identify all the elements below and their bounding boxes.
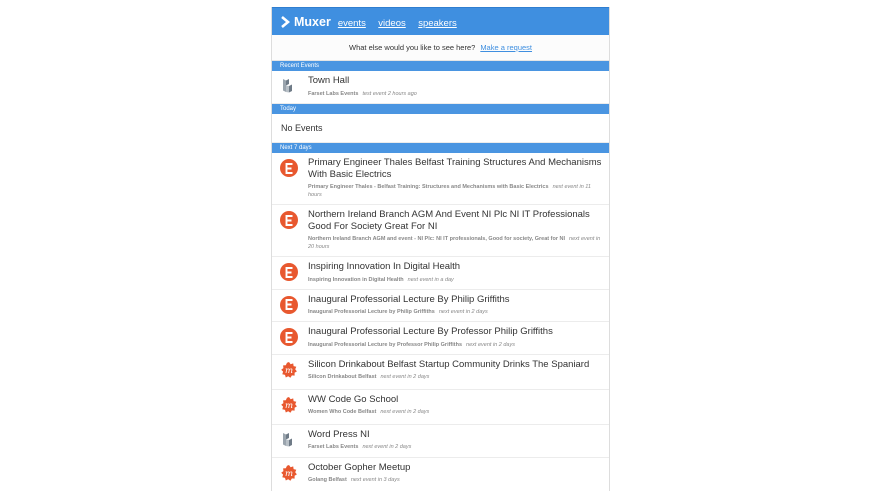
event-row[interactable]: Northern Ireland Branch AGM And Event NI…: [272, 205, 609, 257]
eventbrite-icon: [280, 328, 298, 346]
event-icon: [280, 328, 300, 349]
muxer-app: Muxer events videos speakers What else w…: [271, 7, 610, 491]
event-icon: m: [280, 361, 300, 384]
event-title[interactable]: Town Hall: [308, 75, 603, 87]
event-group: Silicon Drinkabout Belfast: [308, 374, 377, 380]
nav-events-link[interactable]: events: [338, 18, 366, 29]
eventbrite-icon: [280, 295, 298, 314]
event-row[interactable]: m Silicon Drinkabout Belfast Startup Comm…: [272, 355, 609, 390]
event-body: Word Press NI Farset Labs Events next even…: [308, 429, 603, 452]
event-body: Inaugural Professorial Lecture By Profes…: [308, 326, 603, 349]
nav-speakers-link[interactable]: speakers: [418, 18, 457, 29]
event-icon: m: [280, 396, 300, 419]
event-meta: Inaugural Professorial Lecture by Profes…: [308, 341, 603, 349]
event-title[interactable]: Inaugural Professorial Lecture By Philip…: [308, 294, 603, 306]
event-when: next event in 2 days: [380, 409, 430, 415]
request-bar: What else would you like to see here? Ma…: [272, 35, 609, 61]
event-title[interactable]: Inspiring Innovation In Digital Health: [308, 261, 603, 273]
event-icon: [280, 263, 300, 284]
top-nav-bar: Muxer events videos speakers: [272, 7, 609, 35]
event-row[interactable]: Primary Engineer Thales Belfast Training…: [272, 153, 609, 205]
event-body: Northern Ireland Branch AGM And Event NI…: [308, 209, 603, 251]
event-when: test event 2 hours ago: [362, 90, 417, 97]
nav-videos-link[interactable]: videos: [378, 18, 405, 29]
event-meta: Northern Ireland Branch AGM and event - …: [308, 235, 603, 251]
event-meta: Primary Engineer Thales - Belfast Traini…: [308, 183, 603, 199]
event-meta: Women Who Code Belfast next event in 2 da…: [308, 408, 603, 416]
next-7-days-events-list: Primary Engineer Thales Belfast Training…: [272, 153, 609, 491]
eventbrite-icon: [280, 211, 298, 229]
meetup-icon: m: [280, 396, 300, 419]
event-icon: [280, 431, 300, 452]
main-nav: events videos speakers: [338, 13, 465, 31]
event-group: Northern Ireland Branch AGM and event - …: [308, 236, 566, 242]
event-when: next event in a day: [407, 276, 454, 283]
event-icon: [280, 295, 300, 317]
event-group: Inaugural Professorial Lecture by Philip…: [308, 309, 435, 315]
event-body: Silicon Drinkabout Belfast Startup Commu…: [308, 359, 603, 384]
event-row[interactable]: Inaugural Professorial Lecture By Profes…: [272, 322, 609, 355]
event-icon: [280, 77, 300, 98]
event-body: WW Code Go School Women Who Code Belfast n…: [308, 394, 603, 419]
meetup-icon: m: [280, 361, 300, 384]
svg-text:m: m: [285, 469, 293, 479]
event-row[interactable]: m October Gopher Meetup Golang Belfast next…: [272, 458, 609, 491]
event-when: next event in 2 days: [380, 374, 430, 380]
event-meta: Inspiring Innovation in Digital Health ne…: [308, 276, 603, 284]
event-title[interactable]: Northern Ireland Branch AGM And Event NI…: [308, 209, 603, 232]
eventbrite-icon: [280, 159, 298, 177]
event-icon: [280, 211, 300, 251]
event-title[interactable]: October Gopher Meetup: [308, 462, 603, 474]
event-group: Farset Labs Events: [308, 90, 359, 97]
event-row[interactable]: Word Press NI Farset Labs Events next even…: [272, 425, 609, 458]
event-when: next event in 2 days: [438, 309, 488, 315]
event-icon: m: [280, 464, 300, 487]
event-meta: Inaugural Professorial Lecture by Philip…: [308, 308, 603, 316]
event-title[interactable]: Primary Engineer Thales Belfast Training…: [308, 157, 603, 180]
event-group: Farset Labs Events: [308, 444, 359, 450]
event-title[interactable]: Inaugural Professorial Lecture By Profes…: [308, 326, 603, 338]
no-events-message: No Events: [272, 114, 609, 143]
event-group: Golang Belfast: [308, 477, 347, 483]
event-row[interactable]: Inaugural Professorial Lecture By Philip…: [272, 290, 609, 322]
event-meta: Silicon Drinkabout Belfast next event in …: [308, 373, 603, 381]
chevron-right-icon[interactable]: [280, 15, 290, 28]
event-body: Inaugural Professorial Lecture By Philip…: [308, 294, 603, 317]
event-title[interactable]: Silicon Drinkabout Belfast Startup Commu…: [308, 359, 603, 371]
event-when: next event in 3 days: [350, 477, 400, 483]
event-meta: Farset Labs Events next event in 2 days: [308, 443, 603, 451]
section-header-recent: Recent Events: [272, 61, 609, 71]
event-group: Inaugural Professorial Lecture by Profes…: [308, 341, 463, 348]
section-header-today: Today: [272, 104, 609, 114]
farset-logo-icon: [280, 77, 300, 98]
request-prompt: What else would you like to see here?: [348, 43, 476, 52]
event-body: Primary Engineer Thales Belfast Training…: [308, 157, 603, 199]
event-icon: [280, 159, 300, 199]
event-row[interactable]: Inspiring Innovation In Digital Health In…: [272, 257, 609, 290]
event-body: Town Hall Farset Labs Events test event 2 …: [308, 75, 603, 98]
event-row[interactable]: Town Hall Farset Labs Events test event 2 …: [272, 71, 609, 104]
event-group: Women Who Code Belfast: [308, 409, 377, 415]
svg-text:m: m: [285, 401, 293, 411]
meetup-icon: m: [280, 464, 300, 487]
recent-events-list: Town Hall Farset Labs Events test event 2 …: [272, 71, 609, 104]
event-title[interactable]: Word Press NI: [308, 429, 603, 441]
brand-name[interactable]: Muxer: [294, 15, 331, 29]
event-when: next event in 2 days: [362, 444, 412, 450]
farset-logo-icon: [280, 431, 300, 452]
event-meta: Golang Belfast next event in 3 days: [308, 476, 603, 484]
event-body: October Gopher Meetup Golang Belfast next …: [308, 462, 603, 487]
event-row[interactable]: m WW Code Go School Women Who Code Belfast…: [272, 390, 609, 425]
event-title[interactable]: WW Code Go School: [308, 394, 603, 406]
event-group: Inspiring Innovation in Digital Health: [308, 276, 404, 283]
event-body: Inspiring Innovation In Digital Health In…: [308, 261, 603, 284]
section-header-next-7-days: Next 7 days: [272, 143, 609, 153]
event-meta: Farset Labs Events test event 2 hours ago: [308, 90, 603, 98]
eventbrite-icon: [280, 263, 298, 281]
event-group: Primary Engineer Thales - Belfast Traini…: [308, 184, 549, 190]
make-request-link[interactable]: Make a request: [480, 43, 532, 52]
event-when: next event in 2 days: [466, 341, 515, 348]
svg-text:m: m: [285, 366, 293, 376]
